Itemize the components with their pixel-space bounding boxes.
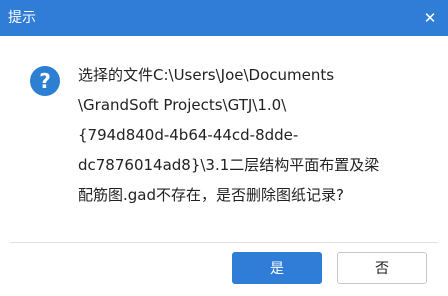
dialog-title: 提示 [8,10,36,26]
message-line: 配筋图.gad不存在，是否删除图纸记录? [78,186,344,204]
dialog-footer: 是 否 [0,243,448,296]
dialog-body: ? 选择的文件C:\Users\Joe\Documents \GrandSoft… [0,36,448,240]
title-bar[interactable]: 提示 ✕ [0,0,448,36]
dialog-message: 选择的文件C:\Users\Joe\Documents \GrandSoft P… [78,60,398,210]
message-line: dc7876014ad8}\3.1二层结构平面布置及梁 [78,156,380,174]
message-line: {794d840d-4b64-44cd-8dde- [78,126,299,144]
question-icon: ? [30,66,60,96]
message-line: \GrandSoft Projects\GTJ\1.0\ [78,96,287,114]
message-line: 选择的文件C:\Users\Joe\Documents [78,66,335,84]
yes-button[interactable]: 是 [232,252,322,284]
no-button[interactable]: 否 [337,252,427,284]
close-icon[interactable]: ✕ [418,6,442,30]
prompt-dialog: 提示 ✕ ? 选择的文件C:\Users\Joe\Documents \Gran… [0,0,448,296]
